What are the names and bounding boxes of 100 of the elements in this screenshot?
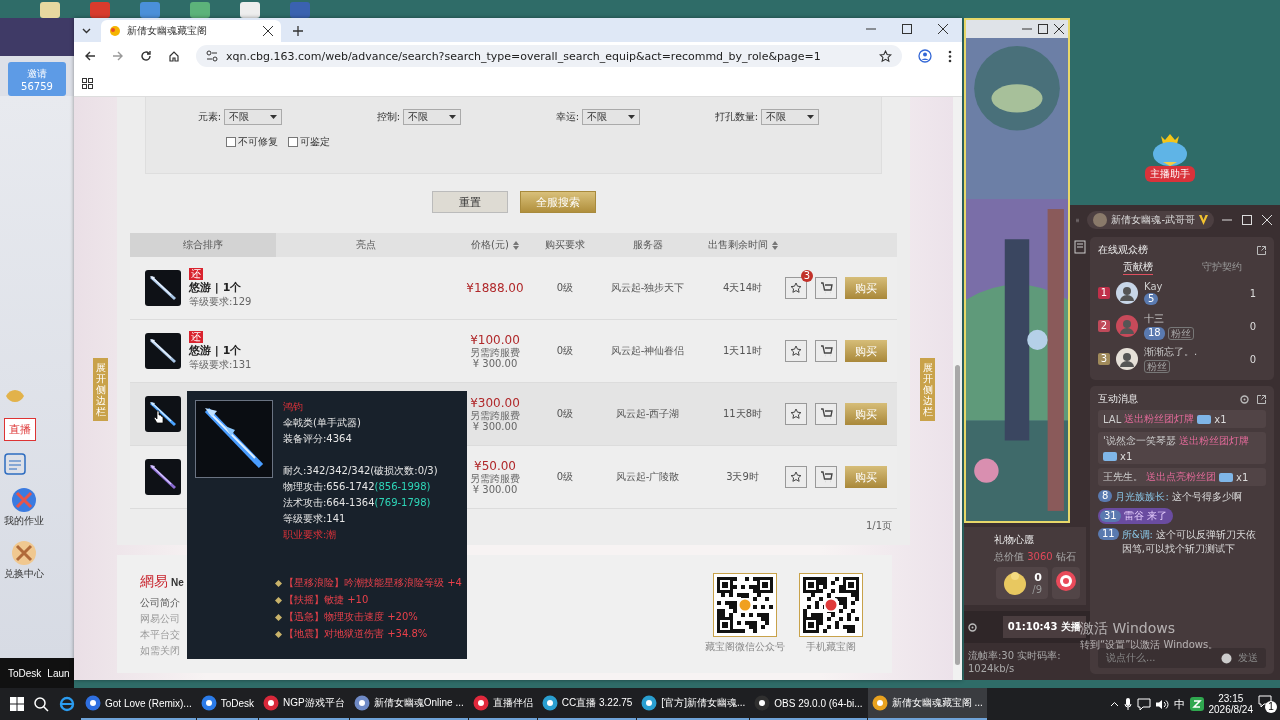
taskbar-app[interactable]: CC直播 3.22.75: [537, 688, 637, 720]
settings-icon[interactable]: [1240, 394, 1249, 404]
search-icon[interactable]: [34, 696, 49, 712]
tray-caret-icon[interactable]: [1109, 701, 1119, 707]
home-icon[interactable]: [168, 50, 180, 62]
tab[interactable]: 贡献榜: [1122, 260, 1153, 275]
note-icon[interactable]: [1074, 240, 1086, 254]
taskbar-app[interactable]: ToDesk: [196, 688, 259, 720]
settings-icon[interactable]: [968, 622, 977, 632]
item-name[interactable]: 悠游 | 1个: [189, 279, 242, 295]
column-header[interactable]: 出售剩余时间: [700, 233, 785, 257]
app-icon: [541, 695, 558, 711]
app-tray-icon[interactable]: [1189, 697, 1204, 711]
fee-label: 另需跨服费: [470, 473, 520, 484]
reload-icon[interactable]: [140, 50, 152, 62]
site-settings-icon[interactable]: [206, 50, 218, 62]
shortcut-label[interactable]: 兑换中心: [4, 567, 44, 581]
desktop-icon-label[interactable]: Laun: [47, 667, 70, 679]
notification-button[interactable]: 1: [1258, 695, 1277, 713]
bookmark-star-icon[interactable]: [879, 49, 892, 63]
tab-list-icon[interactable]: [82, 28, 91, 34]
live-button[interactable]: 直播: [4, 418, 36, 441]
favorite-button[interactable]: [785, 466, 807, 488]
item-name[interactable]: 悠游 | 1个: [189, 342, 242, 358]
favorite-button[interactable]: [785, 403, 807, 425]
app-icon[interactable]: [4, 453, 26, 475]
taskbar-app[interactable]: NGP游戏平台: [259, 688, 349, 720]
microphone-icon[interactable]: [1123, 698, 1132, 710]
start-icon[interactable]: [10, 697, 24, 711]
taskbar-app[interactable]: OBS 29.0.0 (64-bi...: [750, 688, 867, 720]
cart-button[interactable]: [815, 340, 837, 362]
tab[interactable]: 守护契约: [1201, 260, 1242, 275]
logo-text: 網易: [140, 573, 168, 591]
shortcut-icon[interactable]: [11, 540, 37, 566]
avatar-icon: [1116, 282, 1138, 304]
checkbox[interactable]: [288, 137, 298, 147]
clock[interactable]: 23:15 2026/8/24: [1208, 693, 1253, 715]
favorite-button[interactable]: [785, 277, 807, 299]
close-icon[interactable]: [1054, 24, 1064, 34]
app-icon: [754, 695, 771, 711]
chat-input[interactable]: 说点什么... 发送: [1098, 648, 1266, 668]
select-field[interactable]: 不限: [224, 109, 282, 125]
select-field[interactable]: 不限: [761, 109, 819, 125]
cart-button[interactable]: [815, 403, 837, 425]
taskbar-app[interactable]: Got Love (Remix)...: [81, 688, 196, 720]
caret-icon: [807, 115, 814, 119]
reset-button[interactable]: 重置: [431, 191, 508, 213]
profile-icon[interactable]: [918, 49, 932, 63]
address-bar[interactable]: xqn.cbg.163.com/web/advance/search?search_type=overall_search_equip&act=recommd_by_role&page=1: [196, 45, 902, 67]
taskbar-app[interactable]: 直播伴侣: [468, 688, 537, 720]
back-icon[interactable]: [84, 50, 96, 62]
select-field[interactable]: 不限: [582, 109, 640, 125]
taskbar-app[interactable]: [官方]新倩女幽魂...: [637, 688, 750, 720]
emoji-icon[interactable]: [1221, 652, 1232, 664]
browser-icon[interactable]: [59, 696, 75, 712]
footer-text[interactable]: 公司简介: [140, 596, 184, 610]
avatar-icon: [1116, 348, 1138, 370]
popout-icon[interactable]: [1257, 245, 1266, 255]
maximize-icon[interactable]: [1038, 24, 1048, 34]
sort-icon[interactable]: [512, 240, 519, 250]
forward-icon[interactable]: [112, 50, 124, 62]
volume-icon[interactable]: [1155, 698, 1169, 710]
checkbox-label[interactable]: 可鉴定: [300, 135, 330, 149]
taskbar-app[interactable]: 新倩女幽魂藏宝阁 ...: [867, 688, 987, 720]
column-header[interactable]: 价格(元): [455, 233, 535, 257]
weapon-thumbnail[interactable]: [145, 459, 181, 495]
menu-icon[interactable]: [948, 49, 952, 63]
sort-icon[interactable]: [771, 240, 778, 250]
close-icon[interactable]: [938, 24, 948, 34]
cart-button[interactable]: [815, 277, 837, 299]
favorite-button[interactable]: [785, 340, 807, 362]
browser-tab[interactable]: 新倩女幽魂藏宝阁: [101, 20, 281, 42]
desktop-icon-label[interactable]: ToDesk: [8, 667, 42, 679]
item-effect: 【地震】对地狱道伤害 +34.8%: [284, 627, 428, 641]
taskbar-app[interactable]: 新倩女幽魂Online ...: [349, 688, 468, 720]
new-tab-icon[interactable]: [293, 26, 303, 36]
gift-slot[interactable]: 0 /9: [996, 567, 1048, 599]
select-field[interactable]: 不限: [403, 109, 461, 125]
send-button[interactable]: 发送: [1238, 651, 1258, 665]
assistant-label[interactable]: 主播助手: [1145, 166, 1195, 182]
popout-icon[interactable]: [1257, 394, 1266, 404]
close-icon[interactable]: [263, 26, 273, 36]
shortcut-label[interactable]: 我的作业: [4, 514, 44, 528]
input-method[interactable]: 中: [1173, 696, 1185, 712]
weapon-thumbnail[interactable]: [145, 333, 181, 369]
weapon-thumbnail[interactable]: [145, 270, 181, 306]
gift-slot[interactable]: [1052, 567, 1080, 599]
sort-tab[interactable]: 综合排序: [130, 233, 276, 257]
maximize-icon[interactable]: [902, 24, 912, 34]
scrollbar-thumb[interactable]: [955, 365, 960, 665]
total-value: 总价值 3060 钻石: [994, 550, 1077, 564]
checkbox[interactable]: [226, 137, 236, 147]
diamond-icon: [275, 613, 282, 621]
channel-pill[interactable]: 新倩女幽魂-武哥哥: [1087, 211, 1214, 229]
filter-label: 元素:: [196, 110, 222, 124]
weapon-thumbnail[interactable]: [145, 396, 181, 432]
checkbox-label[interactable]: 不可修复: [238, 135, 278, 149]
apps-icon[interactable]: [82, 77, 93, 89]
shortcut-icon[interactable]: [11, 487, 37, 513]
cart-button[interactable]: [815, 466, 837, 488]
